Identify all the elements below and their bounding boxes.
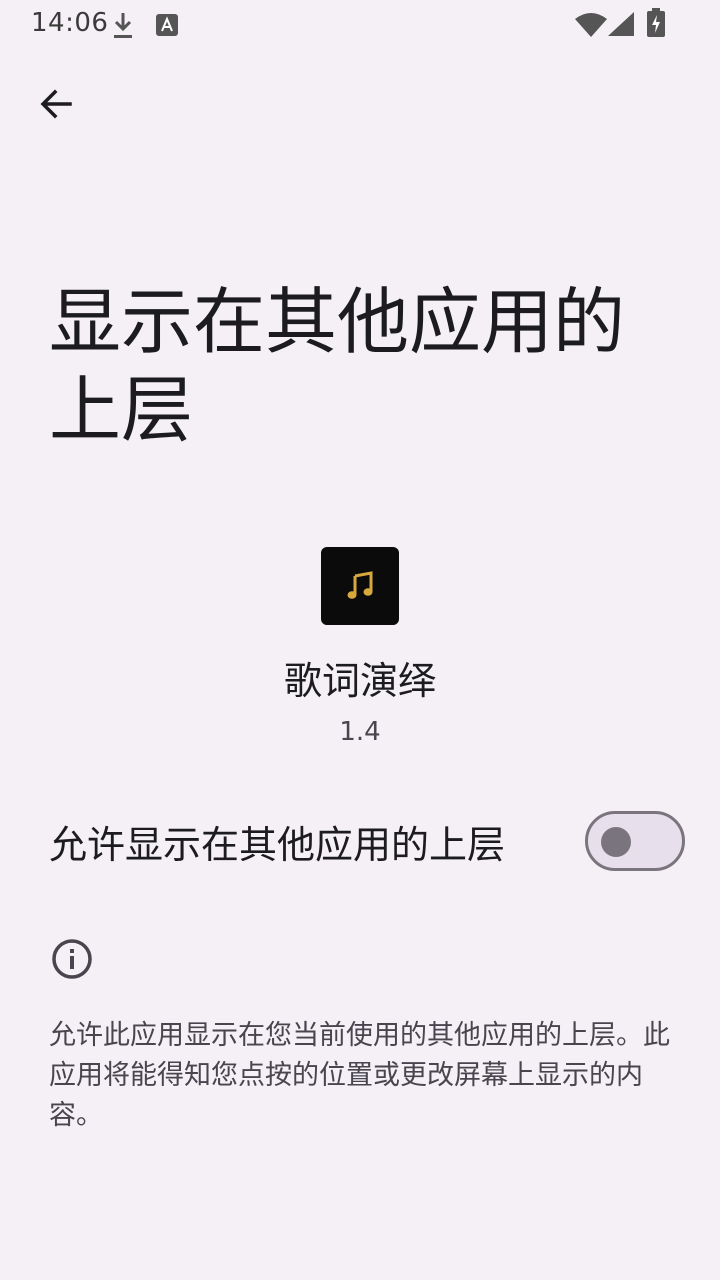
toggle-thumb: [601, 827, 631, 857]
permission-switch-label: 允许显示在其他应用的上层: [49, 823, 506, 867]
a-badge-icon: [156, 14, 178, 36]
permission-switch-row[interactable]: 允许显示在其他应用的上层: [0, 800, 720, 888]
signal-icon: [608, 12, 634, 36]
back-button[interactable]: [28, 76, 84, 132]
arrow-back-icon: [40, 89, 72, 119]
battery-charging-icon: [647, 8, 665, 37]
wifi-icon: [575, 13, 607, 37]
music-note-icon: [347, 571, 373, 599]
permission-description: 允许此应用显示在您当前使用的其他应用的上层。此应用将能得知您点按的位置或更改屏幕…: [49, 1020, 670, 1131]
permission-toggle[interactable]: [585, 811, 685, 871]
download-icon: [114, 13, 132, 38]
info-icon: [52, 939, 92, 979]
app-icon: [321, 547, 399, 625]
app-name: 歌词演绎: [283, 659, 436, 703]
app-version: 1.4: [339, 717, 381, 747]
status-time: 14:06: [31, 8, 109, 38]
page-title: 显示在其他应用的上层: [49, 280, 626, 452]
status-bar: 14:06: [0, 0, 720, 48]
